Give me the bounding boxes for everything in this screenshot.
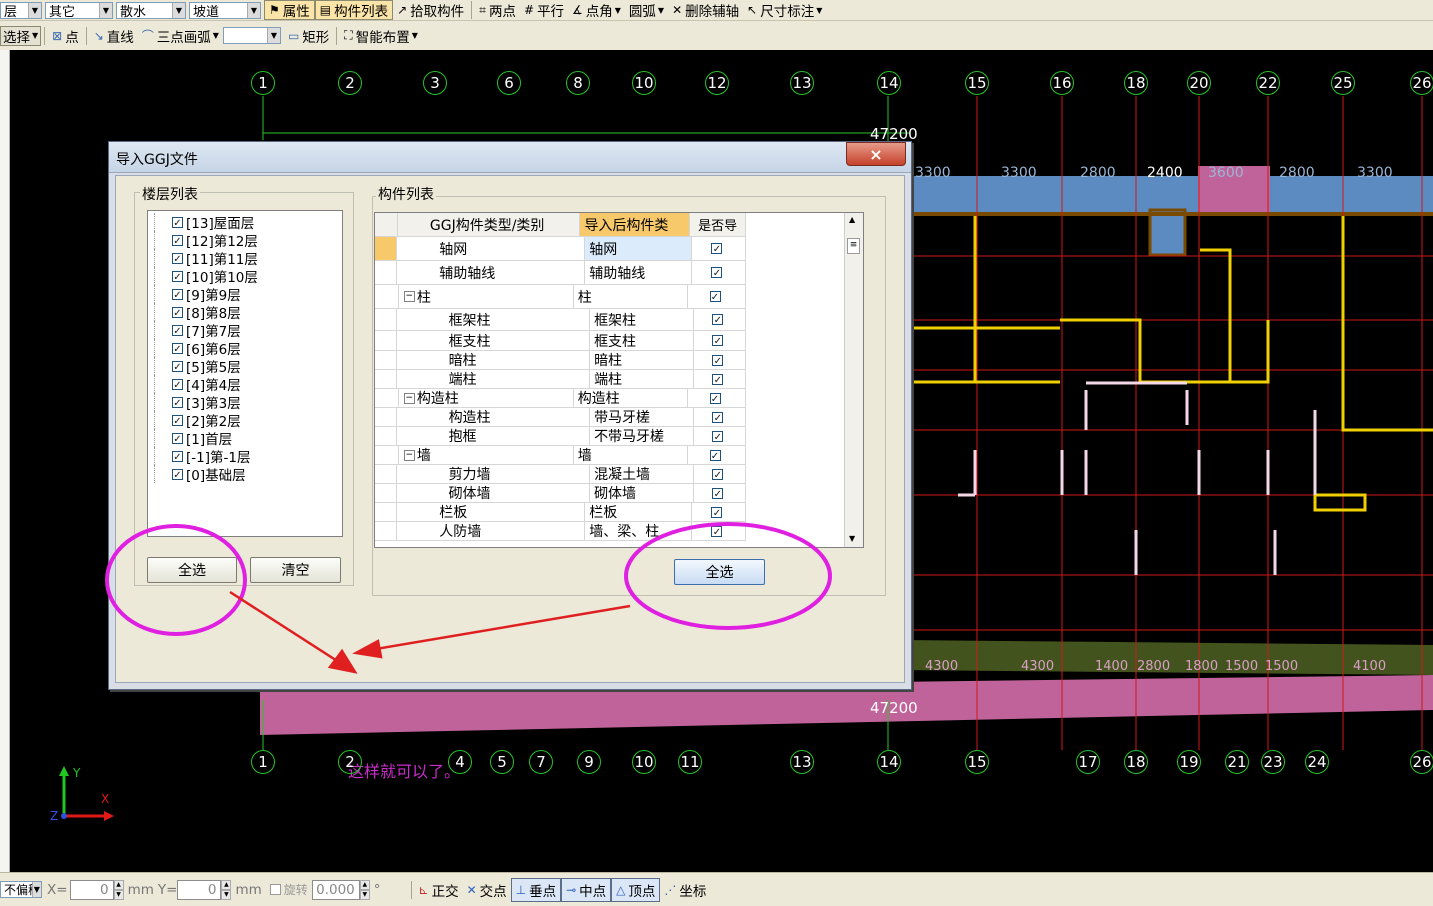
rotate-spinner[interactable]: ▲ ▼ xyxy=(359,879,370,900)
y-value: 0 xyxy=(207,881,217,898)
annotation-arrows xyxy=(229,590,631,674)
x-label: X= xyxy=(47,881,68,898)
coordinate-icon: ⋰ xyxy=(664,882,677,897)
ortho-icon: ⊾ xyxy=(418,882,429,897)
annotation-overlay xyxy=(105,522,832,674)
spin-down-icon: ▼ xyxy=(221,889,232,900)
perpendicular-icon: ⊥ xyxy=(515,882,527,897)
spin-up-icon: ▲ xyxy=(221,879,232,890)
midpoint-icon: ⊸ xyxy=(566,882,577,897)
intersection-snap[interactable]: ✕ 交点 xyxy=(463,879,511,901)
spin-up-icon: ▲ xyxy=(359,879,370,890)
spin-down-icon: ▼ xyxy=(113,889,124,900)
y-label: Y= xyxy=(157,881,178,898)
x-unit: mm xyxy=(127,881,154,898)
rotate-label: 旋转 xyxy=(283,883,308,897)
highlight-circle-right xyxy=(624,522,832,630)
x-spinner[interactable]: ▲ ▼ xyxy=(113,879,124,900)
midpoint-snap[interactable]: ⊸ 中点 xyxy=(561,877,612,902)
ortho-snap[interactable]: ⊾ 正交 xyxy=(415,879,463,901)
rotate-checkbox[interactable] xyxy=(269,884,281,895)
x-value: 0 xyxy=(99,881,109,898)
coordinate-label: 坐标 xyxy=(679,883,707,900)
offset-value: 不偏移 xyxy=(4,883,32,897)
y-unit: mm xyxy=(235,881,262,898)
vertex-snap[interactable]: △ 顶点 xyxy=(611,877,661,902)
status-bar: 不偏移▼ X= 0 ▲▼ mm Y= 0 ▲▼ mm 旋转 0.000 ▲▼ °… xyxy=(0,872,1433,906)
coordinate-snap[interactable]: ⋰ 坐标 xyxy=(660,879,710,901)
intersection-label: 交点 xyxy=(479,883,507,900)
ortho-label: 正交 xyxy=(431,883,459,900)
midpoint-label: 中点 xyxy=(579,883,607,900)
perpendicular-label: 垂点 xyxy=(529,883,557,900)
offset-combo[interactable]: 不偏移▼ xyxy=(0,881,42,898)
vertex-label: 顶点 xyxy=(628,883,656,900)
separator xyxy=(410,880,412,899)
vertex-icon: △ xyxy=(616,882,626,897)
rotate-input[interactable]: 0.000 xyxy=(311,879,360,900)
intersection-icon: ✕ xyxy=(466,882,477,897)
spin-up-icon: ▲ xyxy=(113,879,124,890)
y-spinner[interactable]: ▲ ▼ xyxy=(221,879,232,900)
y-input[interactable]: 0 xyxy=(177,879,222,900)
chevron-down-icon: ▼ xyxy=(31,882,41,897)
spin-down-icon: ▼ xyxy=(359,889,370,900)
perpendicular-snap[interactable]: ⊥ 垂点 xyxy=(510,877,562,902)
rotate-value: 0.000 xyxy=(316,881,355,898)
highlight-circle-left xyxy=(105,524,247,636)
degree-unit: ° xyxy=(373,881,381,898)
x-input[interactable]: 0 xyxy=(69,879,114,900)
